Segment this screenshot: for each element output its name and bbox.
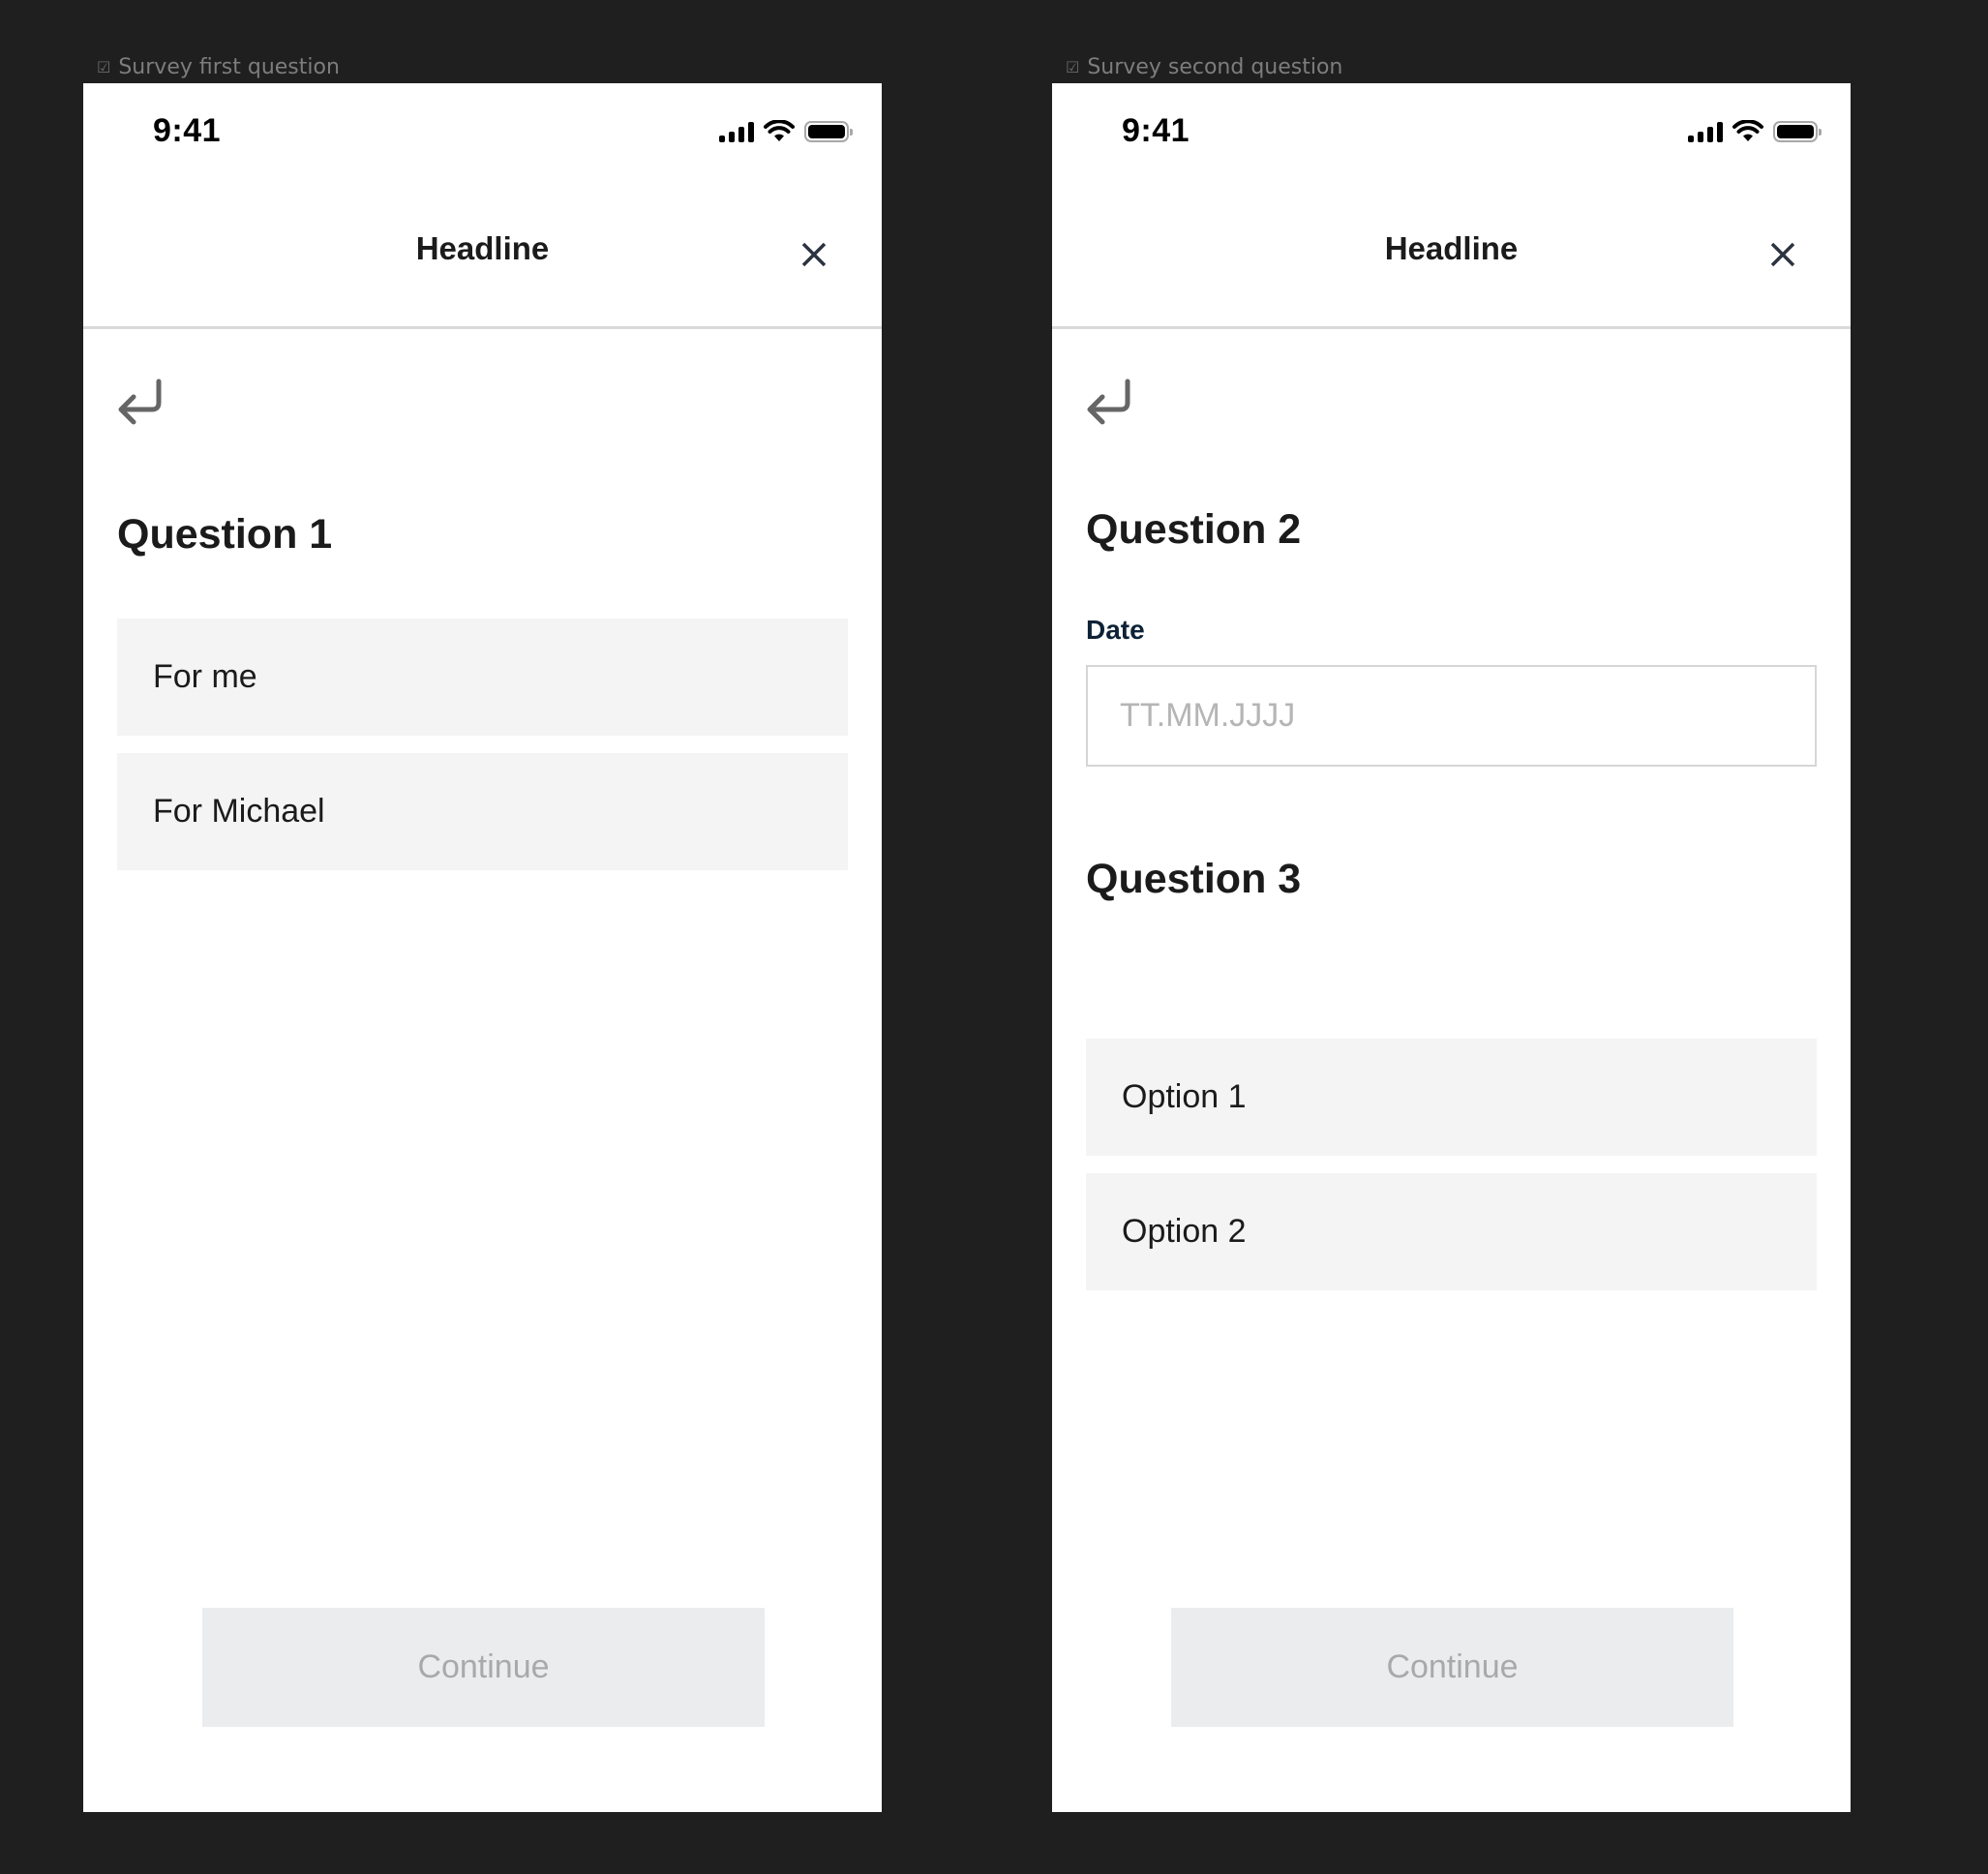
close-icon[interactable]: [1766, 238, 1799, 271]
date-field-label: Date: [1086, 615, 1145, 645]
date-input[interactable]: [1086, 665, 1817, 767]
status-icons: [719, 120, 853, 143]
frame-label-second: ☑ Survey second question: [1066, 54, 1342, 79]
question-title: Question 2: [1086, 506, 1302, 553]
frame-label-first: ☑ Survey first question: [97, 54, 340, 79]
frame-label-text: Survey first question: [118, 54, 340, 79]
question-title: Question 1: [117, 511, 333, 558]
option-label: For me: [153, 658, 257, 695]
close-icon[interactable]: [798, 238, 830, 271]
header-divider: [83, 326, 882, 329]
battery-icon: [804, 121, 853, 142]
header-divider: [1052, 326, 1851, 329]
status-icons: [1688, 120, 1822, 143]
frame-label-text: Survey second question: [1087, 54, 1343, 79]
wifi-icon: [1732, 120, 1763, 141]
back-arrow-icon[interactable]: [1083, 376, 1133, 426]
option-label: For Michael: [153, 793, 325, 830]
back-arrow-icon[interactable]: [114, 376, 165, 426]
header-title: Headline: [415, 230, 550, 266]
option-for-me[interactable]: For me: [117, 619, 848, 736]
option-label: Option 1: [1122, 1078, 1247, 1115]
signal-icon: [1688, 121, 1723, 142]
signal-icon: [719, 121, 754, 142]
phone-frame-first-question: 9:41 Headline Question 1 For me For Mich…: [83, 83, 882, 1812]
option-2[interactable]: Option 2: [1086, 1173, 1817, 1290]
wifi-icon: [764, 120, 795, 141]
continue-button[interactable]: Continue: [202, 1608, 765, 1727]
phone-frame-second-question: 9:41 Headline Question 2 Date Question 3…: [1052, 83, 1851, 1812]
frame-checkbox-icon: ☑: [97, 57, 111, 76]
option-for-michael[interactable]: For Michael: [117, 753, 848, 870]
question-title: Question 3: [1086, 856, 1302, 902]
status-time: 9:41: [153, 112, 222, 149]
frame-checkbox-icon: ☑: [1066, 57, 1080, 76]
option-label: Option 2: [1122, 1213, 1247, 1250]
header-title: Headline: [1384, 230, 1519, 266]
continue-button[interactable]: Continue: [1171, 1608, 1733, 1727]
battery-icon: [1773, 121, 1822, 142]
status-time: 9:41: [1122, 112, 1190, 149]
option-1[interactable]: Option 1: [1086, 1039, 1817, 1156]
